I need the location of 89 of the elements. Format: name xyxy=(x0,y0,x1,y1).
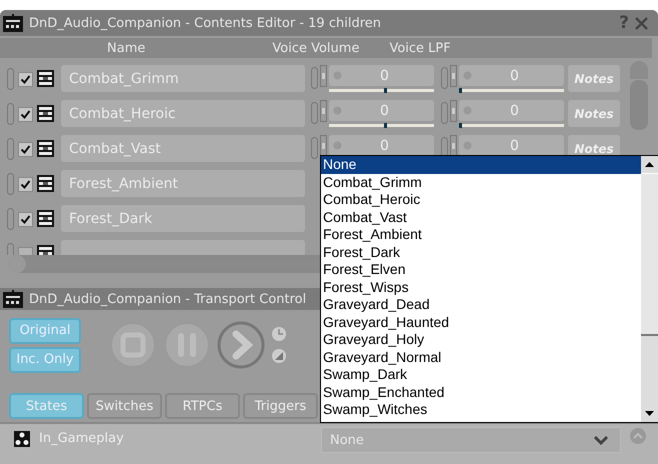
value-field[interactable]: 0 xyxy=(329,65,434,86)
play-icon[interactable] xyxy=(217,321,265,369)
scroll-up-icon[interactable] xyxy=(629,427,647,445)
dropdown-option[interactable]: Graveyard_Haunted xyxy=(321,314,641,331)
drag-handle-icon[interactable] xyxy=(441,102,448,124)
dropdown-option[interactable]: Forest_Dark xyxy=(321,244,641,261)
reset-icon[interactable] xyxy=(271,348,287,364)
drag-handle-icon[interactable] xyxy=(7,208,14,230)
pause-icon[interactable] xyxy=(163,321,211,369)
dropdown-option[interactable]: Forest_Ambient xyxy=(321,226,641,244)
slider-thumb[interactable] xyxy=(459,123,462,128)
dropdown-option[interactable]: Combat_Vast xyxy=(321,208,641,226)
drag-handle-icon[interactable] xyxy=(441,67,448,89)
slider-track[interactable] xyxy=(329,89,434,92)
mode-button[interactable]: Original xyxy=(9,318,81,344)
clock-icon[interactable] xyxy=(271,326,287,342)
state-group-icon xyxy=(14,431,30,447)
value-field[interactable]: 0 xyxy=(459,100,564,121)
tab[interactable]: Triggers xyxy=(243,393,318,419)
drag-handle-icon[interactable] xyxy=(311,102,318,124)
fader-icon xyxy=(450,135,457,157)
fader-icon xyxy=(320,100,327,122)
container-icon xyxy=(37,105,54,122)
container-icon xyxy=(37,140,54,157)
drag-handle-icon[interactable] xyxy=(7,68,14,90)
vertical-scrollbar[interactable] xyxy=(641,156,658,422)
column-title: Voice Volume xyxy=(272,40,360,56)
name-field[interactable]: Combat_Heroic xyxy=(61,100,305,127)
scrollbar-thumb[interactable] xyxy=(641,173,658,336)
value-field[interactable]: 0 xyxy=(459,65,564,86)
container-icon xyxy=(37,70,54,87)
dropdown-option[interactable]: Swamp_Enchanted xyxy=(321,384,641,401)
dropdown-option[interactable]: Swamp_Witches xyxy=(321,401,641,418)
slider-thumb[interactable] xyxy=(384,88,388,93)
tab[interactable]: RTPCs xyxy=(165,393,240,419)
slider-thumb[interactable] xyxy=(459,88,462,93)
close-icon[interactable] xyxy=(635,16,648,30)
name-field[interactable]: Combat_Vast xyxy=(61,135,305,162)
drag-handle-icon[interactable] xyxy=(7,103,14,125)
chevron-down-icon xyxy=(594,436,608,444)
tab[interactable]: States xyxy=(9,393,84,419)
slider-track[interactable] xyxy=(329,124,434,127)
fader-icon xyxy=(450,65,457,87)
checkbox[interactable] xyxy=(18,212,33,227)
name-field[interactable]: Forest_Ambient xyxy=(61,170,305,197)
window-icon xyxy=(3,290,23,308)
column-title: Voice LPF xyxy=(389,40,451,56)
value-field[interactable]: 0 xyxy=(329,100,434,121)
dropdown-option[interactable]: Combat_Heroic xyxy=(321,191,641,208)
checkbox[interactable] xyxy=(18,72,33,87)
notes-button[interactable]: Notes xyxy=(568,100,620,127)
dropdown-option[interactable]: Forest_Wisps xyxy=(321,278,641,296)
window-title: DnD_Audio_Companion - Transport Control xyxy=(29,292,308,306)
dropdown-option[interactable]: Combat_Grimm xyxy=(321,174,641,191)
window-title: DnD_Audio_Companion - Contents Editor - 19 children xyxy=(29,16,382,30)
value-field[interactable]: 0 xyxy=(329,135,434,156)
mode-button[interactable]: Inc. Only xyxy=(9,346,81,372)
window-icon xyxy=(3,14,23,32)
slider-track[interactable] xyxy=(459,124,564,127)
state-dropdown[interactable]: None xyxy=(321,427,621,453)
checkbox[interactable] xyxy=(18,107,33,122)
slider-track[interactable] xyxy=(459,89,564,92)
state-group-name: In_Gameplay xyxy=(39,431,125,446)
dropdown-option[interactable]: None xyxy=(321,156,641,174)
stop-icon[interactable] xyxy=(109,321,157,369)
checkbox[interactable] xyxy=(18,142,33,157)
tab[interactable]: Switches xyxy=(87,393,162,419)
fader-icon xyxy=(450,100,457,122)
container-icon xyxy=(37,175,54,192)
dropdown-option[interactable]: Graveyard_Normal xyxy=(321,348,641,366)
drag-handle-icon[interactable] xyxy=(7,173,14,195)
dropdown-option[interactable]: Forest_Elven xyxy=(321,261,641,278)
fader-icon xyxy=(320,65,327,87)
container-icon xyxy=(37,210,54,227)
column-title: Name xyxy=(107,40,146,56)
dropdown-option[interactable]: Graveyard_Dead xyxy=(321,296,641,314)
drag-handle-icon[interactable] xyxy=(311,137,318,159)
fader-icon xyxy=(320,135,327,157)
slider-thumb[interactable] xyxy=(384,123,388,128)
value-field[interactable]: 0 xyxy=(459,135,564,156)
name-field[interactable]: Combat_Grimm xyxy=(61,65,305,92)
name-field[interactable]: Forest_Dark xyxy=(61,205,305,232)
notes-button[interactable]: Notes xyxy=(568,65,620,92)
checkbox[interactable] xyxy=(18,177,33,192)
help-button[interactable]: ? xyxy=(619,13,629,33)
dropdown-option[interactable]: Swamp_Dark xyxy=(321,366,641,384)
dropdown-option[interactable]: Graveyard_Holy xyxy=(321,331,641,348)
drag-handle-icon[interactable] xyxy=(311,67,318,89)
drag-handle-icon[interactable] xyxy=(7,138,14,160)
